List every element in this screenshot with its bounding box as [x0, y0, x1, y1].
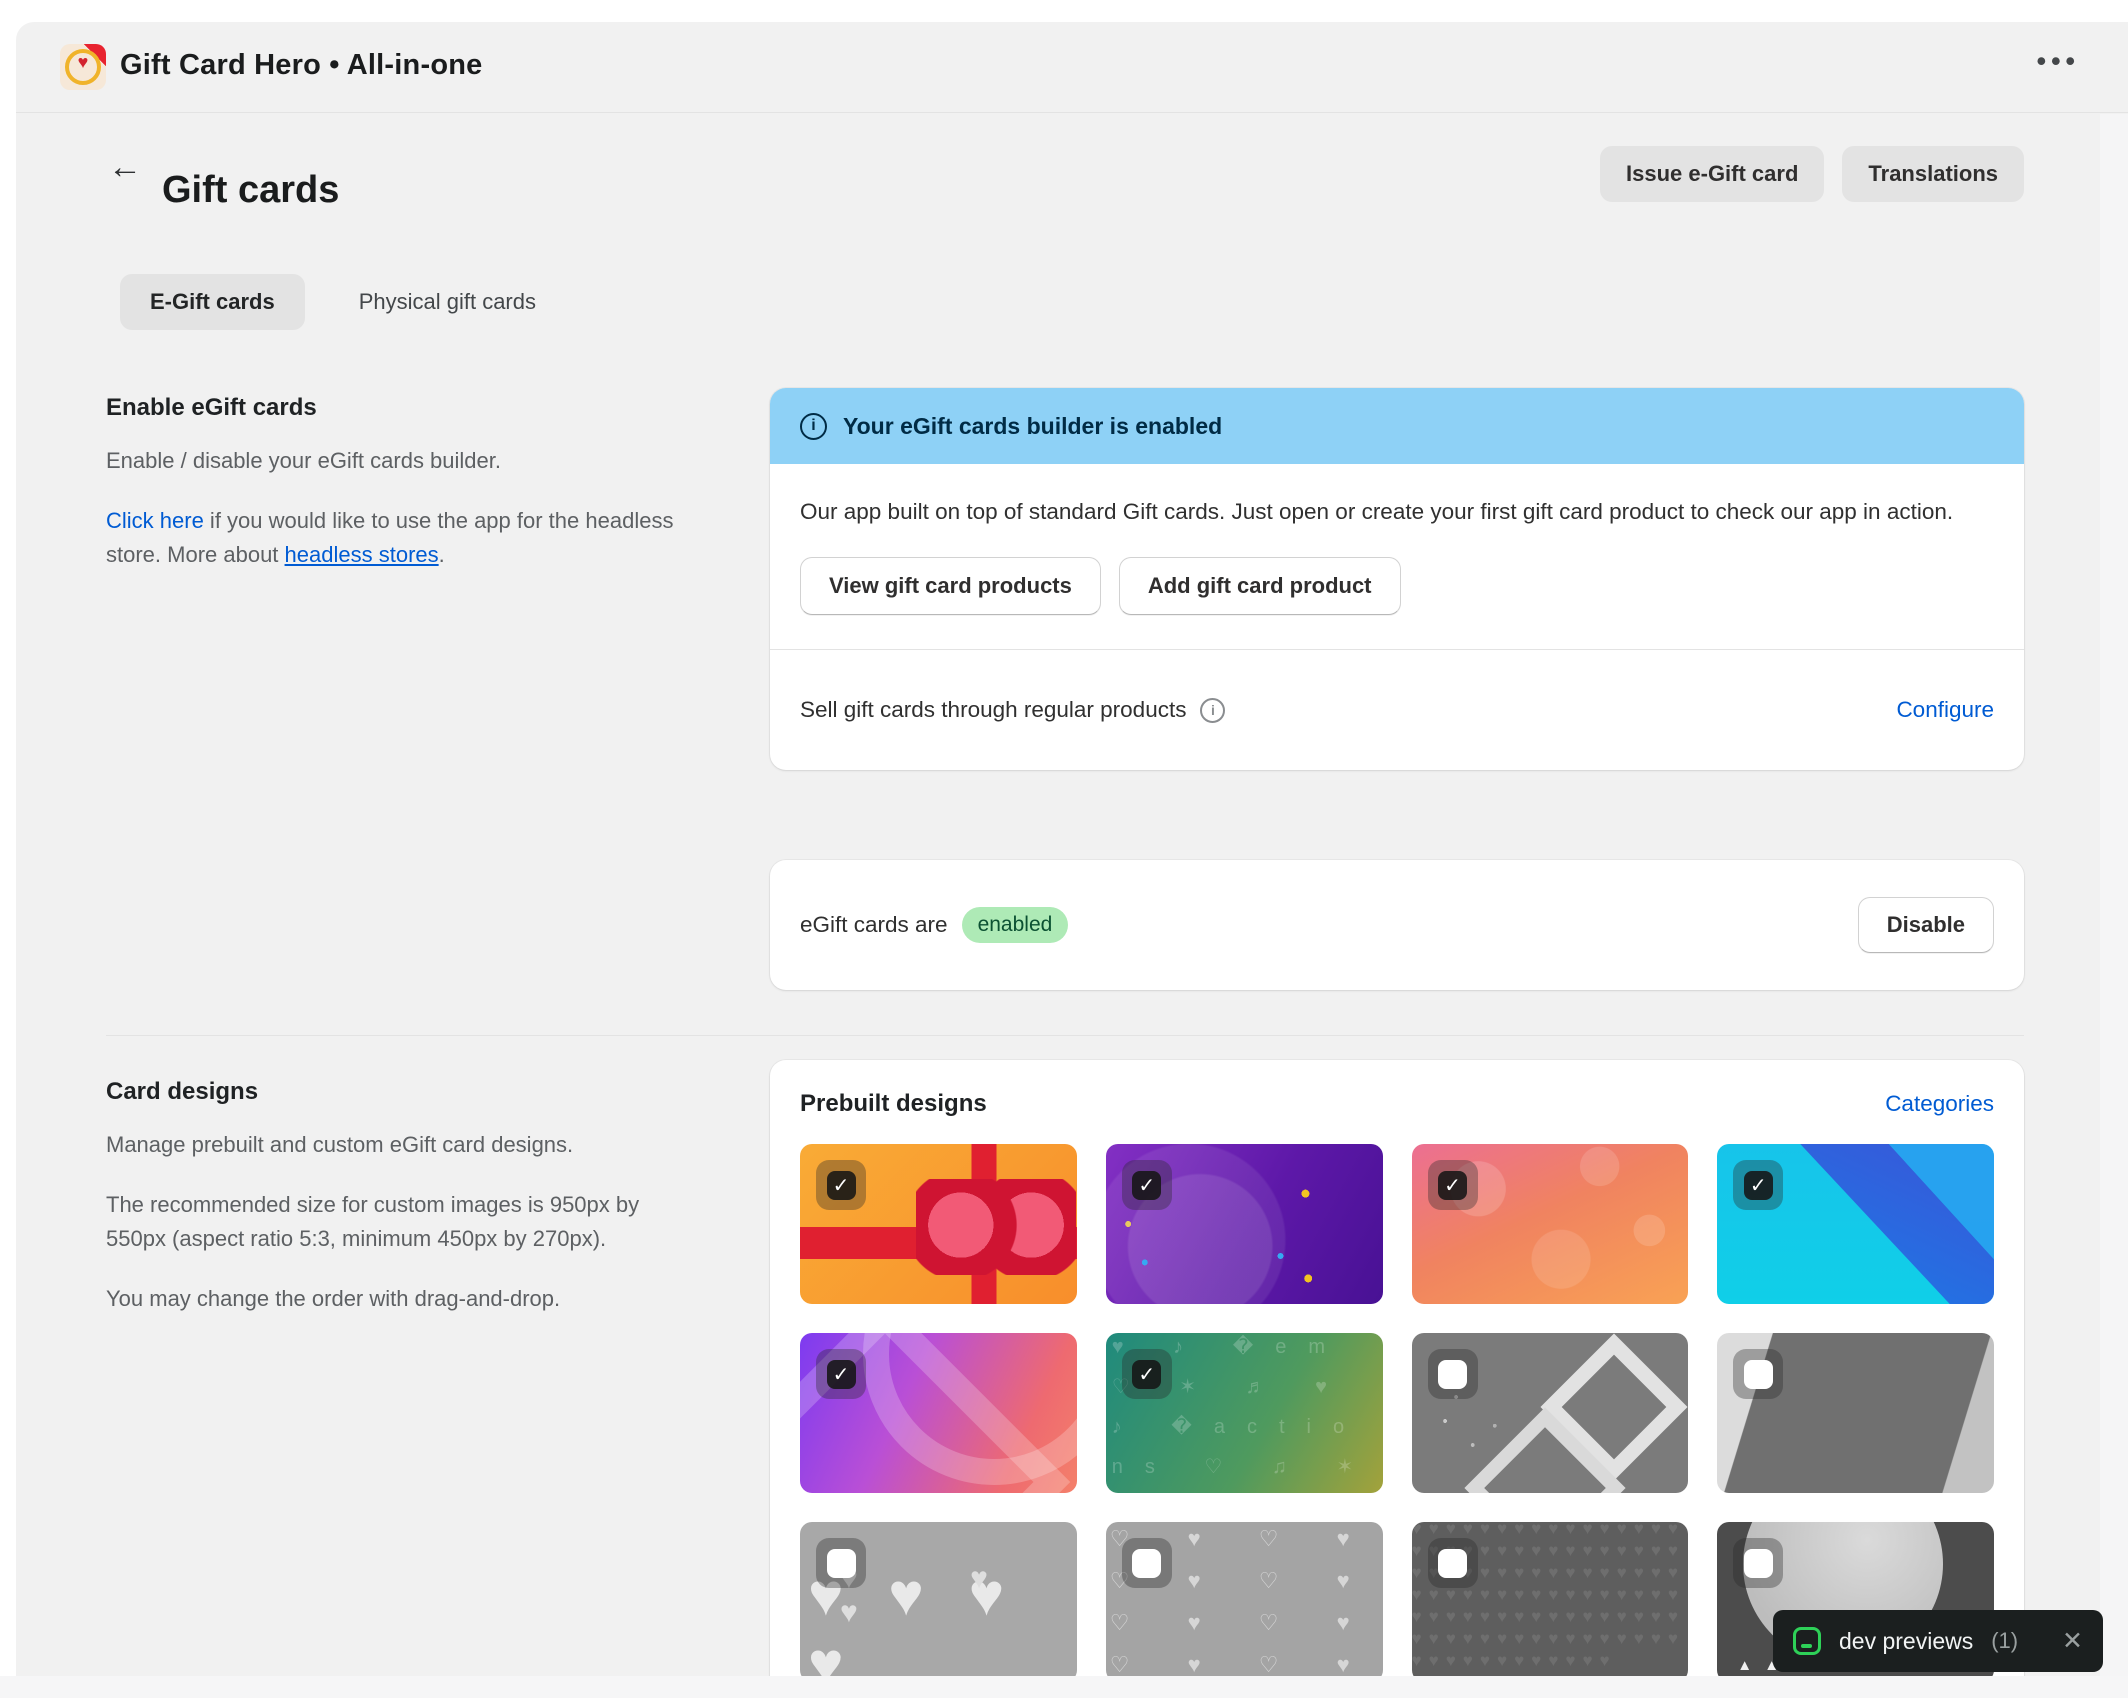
back-arrow-icon[interactable]: ←: [108, 150, 142, 184]
topbar-divider: [16, 112, 2128, 113]
design-tile-gray-diagonal[interactable]: [1717, 1333, 1994, 1493]
design-tile-purple-sparkles[interactable]: ✓: [1106, 1144, 1383, 1304]
app-title: Gift Card Hero • All-in-one: [120, 49, 482, 82]
design-checkbox[interactable]: [1122, 1538, 1172, 1588]
scrollbar-track[interactable]: [2100, 114, 2128, 1676]
page-header-actions: Issue e-Gift card Translations: [1600, 146, 2024, 202]
design-checkbox[interactable]: [816, 1538, 866, 1588]
design-tile-orange-gift-ribbon-bow[interactable]: ✓: [800, 1144, 1077, 1304]
card-designs-annotation: Card designs Manage prebuilt and custom …: [106, 1078, 696, 1342]
checkbox-state-icon: ✓: [1438, 1171, 1467, 1200]
design-checkbox[interactable]: [1733, 1538, 1783, 1588]
click-here-link[interactable]: Click here: [106, 508, 204, 533]
egift-builder-card: i Your eGift cards builder is enabled Ou…: [770, 388, 2024, 770]
info-icon[interactable]: i: [1200, 698, 1225, 723]
info-banner: i Your eGift cards builder is enabled: [770, 388, 2024, 464]
checkbox-state-icon: [1438, 1360, 1467, 1389]
design-tile-gray-hearts-pattern[interactable]: [1106, 1522, 1383, 1676]
checkbox-state-icon: [827, 1549, 856, 1578]
design-checkbox[interactable]: [1428, 1538, 1478, 1588]
dev-previews-toast[interactable]: dev previews (1) ✕: [1773, 1610, 2103, 1672]
status-badge: enabled: [962, 907, 1069, 943]
headless-stores-link[interactable]: headless stores: [285, 542, 439, 567]
add-gift-card-product-button[interactable]: Add gift card product: [1119, 557, 1401, 615]
prebuilt-designs-header: Prebuilt designs Categories: [800, 1090, 1994, 1118]
enable-section-annotation: Enable eGift cards Enable / disable your…: [106, 394, 706, 598]
design-checkbox[interactable]: ✓: [1122, 1349, 1172, 1399]
design-checkbox[interactable]: ✓: [1733, 1160, 1783, 1210]
design-checkbox[interactable]: ✓: [816, 1349, 866, 1399]
section-divider: [106, 1035, 2024, 1036]
design-tile-gray-diamond[interactable]: [1412, 1333, 1689, 1493]
checkbox-state-icon: [1744, 1360, 1773, 1389]
checkbox-state-icon: [1744, 1549, 1773, 1578]
regular-products-row: Sell gift cards through regular products…: [770, 650, 2024, 770]
headless-paragraph-suffix: .: [439, 542, 445, 567]
tab-bar: E-Gift cards Physical gift cards: [120, 274, 566, 330]
regular-products-text: Sell gift cards through regular products: [800, 697, 1186, 723]
regular-products-label: Sell gift cards through regular products…: [800, 697, 1225, 723]
toast-label: dev previews: [1839, 1628, 1973, 1655]
page-title: Gift cards: [162, 169, 339, 212]
prebuilt-designs-heading: Prebuilt designs: [800, 1090, 987, 1118]
categories-link[interactable]: Categories: [1885, 1091, 1994, 1117]
close-icon[interactable]: ✕: [2062, 1626, 2083, 1656]
app-logo-icon: [60, 44, 106, 90]
design-checkbox[interactable]: [1733, 1349, 1783, 1399]
tab-physical-gift-cards[interactable]: Physical gift cards: [329, 274, 566, 330]
enable-section-heading: Enable eGift cards: [106, 394, 706, 422]
app-surface: Gift Card Hero • All-in-one ••• ← Gift c…: [16, 22, 2128, 1676]
design-tile-cyan-blue-geometric[interactable]: ✓: [1717, 1144, 1994, 1304]
design-tile-gray-large-hearts[interactable]: [800, 1522, 1077, 1676]
toast-count: (1): [1991, 1628, 2018, 1654]
banner-title: Your eGift cards builder is enabled: [843, 413, 1222, 440]
tab-egift-cards[interactable]: E-Gift cards: [120, 274, 305, 330]
design-checkbox[interactable]: ✓: [1122, 1160, 1172, 1210]
checkbox-state-icon: ✓: [827, 1360, 856, 1389]
headless-paragraph: Click here if you would like to use the …: [106, 504, 706, 572]
dev-preview-window-icon: [1793, 1627, 1821, 1655]
prebuilt-designs-card: Prebuilt designs Categories ✓ ✓ ✓ ✓ ✓ ✓: [770, 1060, 2024, 1676]
disable-button[interactable]: Disable: [1858, 897, 1994, 953]
design-grid: ✓ ✓ ✓ ✓ ✓ ✓: [800, 1144, 1994, 1676]
overflow-menu-icon[interactable]: •••: [2037, 46, 2080, 77]
checkbox-state-icon: ✓: [1132, 1360, 1161, 1389]
issue-egift-card-button[interactable]: Issue e-Gift card: [1600, 146, 1824, 202]
checkbox-state-icon: ✓: [1132, 1171, 1161, 1200]
design-checkbox[interactable]: [1428, 1349, 1478, 1399]
translations-button[interactable]: Translations: [1842, 146, 2024, 202]
card-designs-p2: The recommended size for custom images i…: [106, 1188, 696, 1256]
banner-body: Our app built on top of standard Gift ca…: [770, 464, 2024, 615]
design-tile-coral-doodles[interactable]: ✓: [1412, 1144, 1689, 1304]
banner-buttons: View gift card products Add gift card pr…: [800, 557, 1994, 615]
enable-section-description: Enable / disable your eGift cards builde…: [106, 444, 706, 478]
egift-status-text: eGift cards are enabled: [800, 907, 1068, 943]
banner-text: Our app built on top of standard Gift ca…: [800, 492, 1970, 531]
status-prefix: eGift cards are: [800, 912, 948, 938]
design-tile-purple-coral-gradient[interactable]: ✓: [800, 1333, 1077, 1493]
design-checkbox[interactable]: ✓: [816, 1160, 866, 1210]
view-gift-card-products-button[interactable]: View gift card products: [800, 557, 1101, 615]
egift-status-card: eGift cards are enabled Disable: [770, 860, 2024, 990]
design-checkbox[interactable]: ✓: [1428, 1160, 1478, 1210]
viewport-bottom-strip: [0, 1676, 2128, 1698]
checkbox-state-icon: ✓: [1744, 1171, 1773, 1200]
card-designs-heading: Card designs: [106, 1078, 696, 1106]
design-tile-dark-hearts-texture[interactable]: [1412, 1522, 1689, 1676]
info-icon: i: [800, 413, 827, 440]
app-top-bar: Gift Card Hero • All-in-one •••: [16, 22, 2128, 112]
checkbox-state-icon: [1438, 1549, 1467, 1578]
configure-link[interactable]: Configure: [1896, 697, 1994, 723]
card-designs-p3: You may change the order with drag-and-d…: [106, 1282, 696, 1316]
design-tile-teal-party-icons[interactable]: ✓: [1106, 1333, 1383, 1493]
checkbox-state-icon: [1132, 1549, 1161, 1578]
checkbox-state-icon: ✓: [827, 1171, 856, 1200]
card-designs-p1: Manage prebuilt and custom eGift card de…: [106, 1128, 696, 1162]
